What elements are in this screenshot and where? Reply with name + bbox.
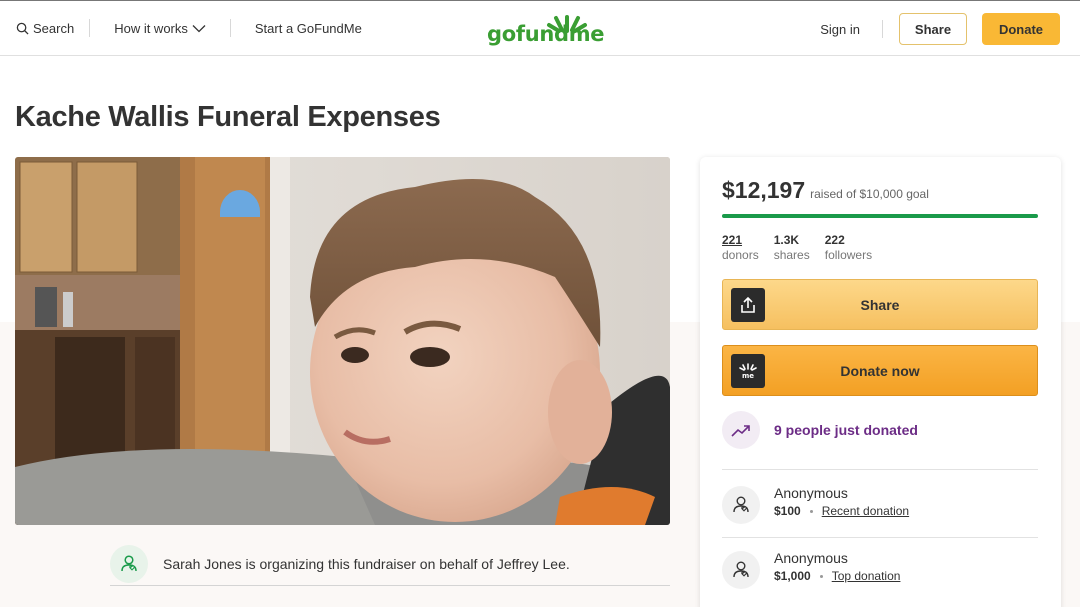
donor-avatar: [722, 486, 760, 524]
stat-donors[interactable]: 221 donors: [722, 233, 759, 262]
campaign-title: Kache Wallis Funeral Expenses: [15, 101, 441, 133]
donate-now-label: Donate now: [840, 362, 920, 379]
search-link[interactable]: Search: [16, 1, 74, 55]
nav-divider: [89, 19, 91, 37]
raised-amount: $12,197: [722, 177, 806, 203]
gofundme-mark-icon: me: [739, 363, 757, 380]
nav-right: Sign in Share Donate: [820, 1, 1060, 57]
user-heart-icon: [121, 554, 137, 571]
nav-divider: [882, 20, 883, 38]
trending-up-icon: [731, 425, 750, 437]
campaign-hero-image: [15, 157, 670, 525]
separator-dot: [809, 509, 813, 513]
search-icon: [16, 22, 29, 35]
progress-bar-fill: [722, 214, 1038, 218]
donation-type-link[interactable]: Top donation: [832, 569, 901, 583]
organizer-avatar: [110, 544, 148, 583]
donation-meta: $100 Recent donation: [774, 504, 909, 518]
stat-shares: 1.3K shares: [774, 233, 810, 262]
user-heart-icon: [733, 561, 749, 578]
hero-photo: [15, 157, 670, 525]
donor-name: Anonymous: [774, 550, 848, 566]
stat-followers: 222 followers: [825, 233, 872, 262]
divider: [722, 469, 1038, 470]
stat-label: donors: [722, 248, 759, 262]
how-it-works-menu[interactable]: How it works: [114, 1, 206, 55]
share-upload-icon: [741, 296, 755, 313]
svg-text:me: me: [742, 372, 754, 380]
organizer-text: Sarah Jones is organizing this fundraise…: [163, 555, 570, 572]
top-nav: Search How it works Start a GoFundMe gof…: [0, 0, 1080, 56]
progress-bar: [722, 214, 1038, 218]
stat-label: followers: [824, 248, 873, 262]
donation-card: $12,197 raised of $10,000 goal 221 donor…: [700, 157, 1061, 607]
donor-avatar: [722, 551, 760, 589]
donate-icon-box: me: [731, 354, 765, 388]
raised-summary: $12,197 raised of $10,000 goal: [722, 177, 929, 204]
logo-sprout-icon: [547, 15, 587, 33]
donation-amount: $1,000: [774, 569, 811, 583]
stat-value: 221: [722, 233, 743, 247]
share-button[interactable]: Share: [722, 279, 1038, 330]
organizer-row: Sarah Jones is organizing this fundraise…: [110, 544, 670, 586]
campaign-stats: 221 donors 1.3K shares 222 followers: [722, 233, 887, 262]
donation-amount: $100: [774, 504, 801, 518]
sign-in-link[interactable]: Sign in: [820, 22, 860, 37]
stat-value: 1.3K: [773, 233, 800, 247]
recent-activity-text: 9 people just donated: [774, 422, 918, 438]
donation-item: Anonymous $1,000 Top donation: [722, 550, 900, 589]
donation-meta: $1,000 Top donation: [774, 569, 900, 583]
recent-activity[interactable]: 9 people just donated: [722, 411, 918, 449]
header-share-button[interactable]: Share: [899, 13, 967, 45]
trending-icon-badge: [722, 411, 760, 449]
goal-text: raised of $10,000 goal: [810, 187, 929, 201]
user-heart-icon: [733, 496, 749, 513]
start-gofundme-link[interactable]: Start a GoFundMe: [255, 1, 362, 55]
stat-value: 222: [824, 233, 845, 247]
gofundme-logo[interactable]: gofundme: [486, 11, 605, 47]
donor-name: Anonymous: [774, 485, 848, 501]
share-button-label: Share: [860, 296, 900, 313]
donate-now-button[interactable]: me Donate now: [722, 345, 1038, 396]
header-donate-button[interactable]: Donate: [982, 13, 1060, 45]
stat-label: shares: [773, 248, 810, 262]
donation-type-link[interactable]: Recent donation: [822, 504, 909, 518]
nav-left: Search How it works Start a GoFundMe: [0, 1, 362, 55]
start-gofundme-label: Start a GoFundMe: [254, 20, 362, 36]
divider: [722, 537, 1038, 538]
donation-details: Anonymous $1,000 Top donation: [774, 550, 900, 583]
separator-dot: [819, 574, 823, 578]
share-icon-box: [731, 288, 765, 322]
donation-details: Anonymous $100 Recent donation: [774, 485, 909, 518]
how-it-works-label: How it works: [114, 20, 188, 36]
nav-divider: [229, 19, 231, 37]
donation-item: Anonymous $100 Recent donation: [722, 485, 909, 524]
chevron-down-icon: [192, 24, 206, 32]
search-label: Search: [33, 20, 75, 36]
